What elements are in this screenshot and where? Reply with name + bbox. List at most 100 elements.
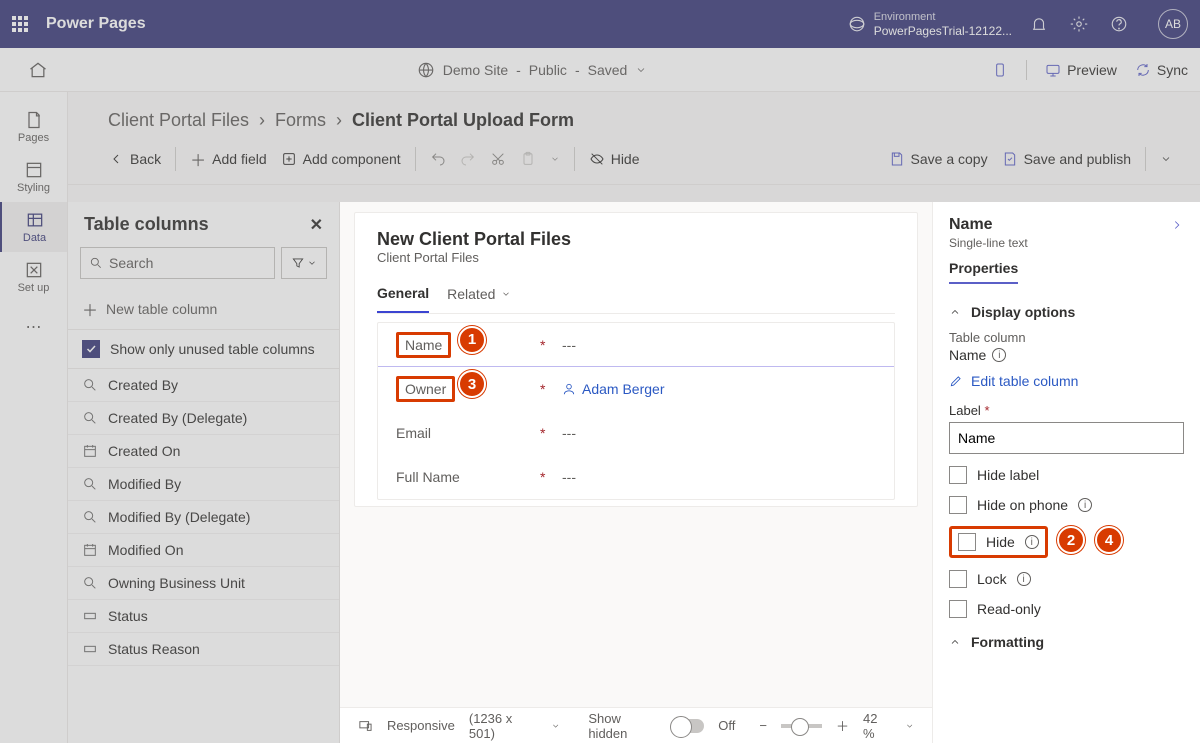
add-component-button[interactable]: Add component xyxy=(281,151,401,167)
column-item[interactable]: Modified By xyxy=(68,468,339,501)
nav-pages[interactable]: Pages xyxy=(0,102,67,152)
column-item[interactable]: Status Reason xyxy=(68,633,339,666)
hide-text: Hide xyxy=(986,534,1015,550)
user-avatar[interactable]: AB xyxy=(1158,9,1188,39)
column-item[interactable]: Created By xyxy=(68,369,339,402)
required-indicator: * xyxy=(540,337,548,353)
show-hidden-toggle[interactable] xyxy=(672,719,704,733)
prop-tab-properties[interactable]: Properties xyxy=(949,260,1018,284)
bell-icon[interactable] xyxy=(1030,15,1048,33)
left-nav-rail: Pages Styling Data Set up ⋯ xyxy=(0,92,68,743)
responsive-label[interactable]: Responsive xyxy=(387,718,455,733)
column-item[interactable]: Owning Business Unit xyxy=(68,567,339,600)
brand-bar: Power Pages Environment PowerPagesTrial-… xyxy=(0,0,1200,48)
column-item[interactable]: Created On xyxy=(68,435,339,468)
hide-label-checkbox[interactable]: Hide label xyxy=(949,466,1184,484)
crumb-table[interactable]: Client Portal Files xyxy=(108,110,249,131)
info-icon[interactable]: i xyxy=(1017,572,1031,586)
edit-table-column-link[interactable]: Edit table column xyxy=(949,373,1184,389)
zoom-value: 42 % xyxy=(863,711,891,741)
chevron-right-icon[interactable] xyxy=(1170,218,1184,232)
chevron-down-icon[interactable] xyxy=(551,721,560,731)
crumb-forms[interactable]: Forms xyxy=(275,110,326,131)
form-field-row[interactable]: Name1*--- xyxy=(378,323,894,367)
chevron-down-icon[interactable] xyxy=(550,154,560,164)
form-subtitle: Client Portal Files xyxy=(377,250,895,265)
form-field-row[interactable]: Email*--- xyxy=(378,411,894,455)
zoom-in-button[interactable]: ＋ xyxy=(836,716,849,735)
nav-data[interactable]: Data xyxy=(0,202,67,252)
paste-icon[interactable] xyxy=(520,151,536,167)
nav-setup[interactable]: Set up xyxy=(0,252,67,302)
show-unused-checkbox[interactable]: Show only unused table columns xyxy=(68,330,339,369)
environment-picker[interactable]: Environment PowerPagesTrial-12122... xyxy=(848,10,1012,38)
undo-icon[interactable] xyxy=(430,151,446,167)
formatting-label: Formatting xyxy=(971,634,1044,650)
chevron-down-icon xyxy=(307,258,317,268)
table-columns-title: Table columns xyxy=(84,214,209,235)
lock-text: Lock xyxy=(977,571,1007,587)
chevron-down-icon[interactable] xyxy=(635,64,647,76)
site-name[interactable]: Demo Site xyxy=(443,62,508,78)
save-publish-icon xyxy=(1002,151,1018,167)
required-indicator: * xyxy=(540,469,548,485)
lock-checkbox[interactable]: Lock i xyxy=(949,570,1184,588)
field-label: Owner xyxy=(396,376,455,402)
new-table-column-button[interactable]: ＋ New table column xyxy=(68,289,339,330)
column-item[interactable]: Created By (Delegate) xyxy=(68,402,339,435)
chevron-down-icon[interactable] xyxy=(1160,153,1172,165)
column-item-label: Modified By (Delegate) xyxy=(108,509,250,525)
readonly-text: Read-only xyxy=(977,601,1041,617)
checkbox-icon xyxy=(949,600,967,618)
chevron-down-icon[interactable] xyxy=(905,721,914,731)
app-launcher-icon[interactable] xyxy=(12,16,28,32)
sync-button[interactable]: Sync xyxy=(1135,62,1188,78)
save-publish-button[interactable]: Save and publish xyxy=(1002,151,1131,167)
search-placeholder: Search xyxy=(109,255,153,271)
redo-icon[interactable] xyxy=(460,151,476,167)
zoom-out-button[interactable]: − xyxy=(759,718,767,733)
preview-button[interactable]: Preview xyxy=(1045,62,1117,78)
globe-icon xyxy=(417,61,435,79)
back-button[interactable]: Back xyxy=(108,151,161,167)
add-field-button[interactable]: ＋ Add field xyxy=(190,147,267,171)
device-icon[interactable] xyxy=(992,62,1008,78)
column-item[interactable]: Modified On xyxy=(68,534,339,567)
info-icon[interactable]: i xyxy=(1078,498,1092,512)
tab-general[interactable]: General xyxy=(377,279,429,313)
readonly-checkbox[interactable]: Read-only xyxy=(949,600,1184,618)
tab-related[interactable]: Related xyxy=(447,279,511,313)
label-input[interactable] xyxy=(949,422,1184,454)
save-copy-button[interactable]: Save a copy xyxy=(889,151,988,167)
column-filter-button[interactable] xyxy=(281,247,327,279)
column-item[interactable]: Status xyxy=(68,600,339,633)
field-value: --- xyxy=(562,425,576,441)
section-display-options[interactable]: Display options xyxy=(949,304,1184,320)
chevron-down-icon xyxy=(501,289,511,299)
tab-related-label: Related xyxy=(447,286,495,302)
hide-button[interactable]: Hide xyxy=(589,151,640,167)
section-formatting[interactable]: Formatting xyxy=(949,634,1184,650)
close-icon[interactable]: ✕ xyxy=(310,215,323,235)
form-title: New Client Portal Files xyxy=(377,229,895,250)
column-item[interactable]: Modified By (Delegate) xyxy=(68,501,339,534)
checkbox-icon xyxy=(949,496,967,514)
sync-label: Sync xyxy=(1157,62,1188,78)
nav-more[interactable]: ⋯ xyxy=(0,302,67,352)
info-icon[interactable]: i xyxy=(1025,535,1039,549)
search-icon xyxy=(89,256,103,270)
zoom-slider[interactable] xyxy=(781,724,822,728)
form-field-row[interactable]: Owner3*Adam Berger xyxy=(378,367,894,411)
hide-checkbox[interactable]: Hide i xyxy=(949,526,1048,558)
hide-on-phone-checkbox[interactable]: Hide on phone i xyxy=(949,496,1184,514)
site-bar: Demo Site - Public - Saved Preview Sync xyxy=(0,48,1200,92)
cut-icon[interactable] xyxy=(490,151,506,167)
nav-styling[interactable]: Styling xyxy=(0,152,67,202)
home-icon[interactable] xyxy=(28,60,48,80)
form-field-row[interactable]: Full Name*--- xyxy=(378,455,894,499)
help-icon[interactable] xyxy=(1110,15,1128,33)
toggle-state: Off xyxy=(718,718,735,733)
info-icon[interactable]: i xyxy=(992,348,1006,362)
column-search-input[interactable]: Search xyxy=(80,247,275,279)
gear-icon[interactable] xyxy=(1070,15,1088,33)
